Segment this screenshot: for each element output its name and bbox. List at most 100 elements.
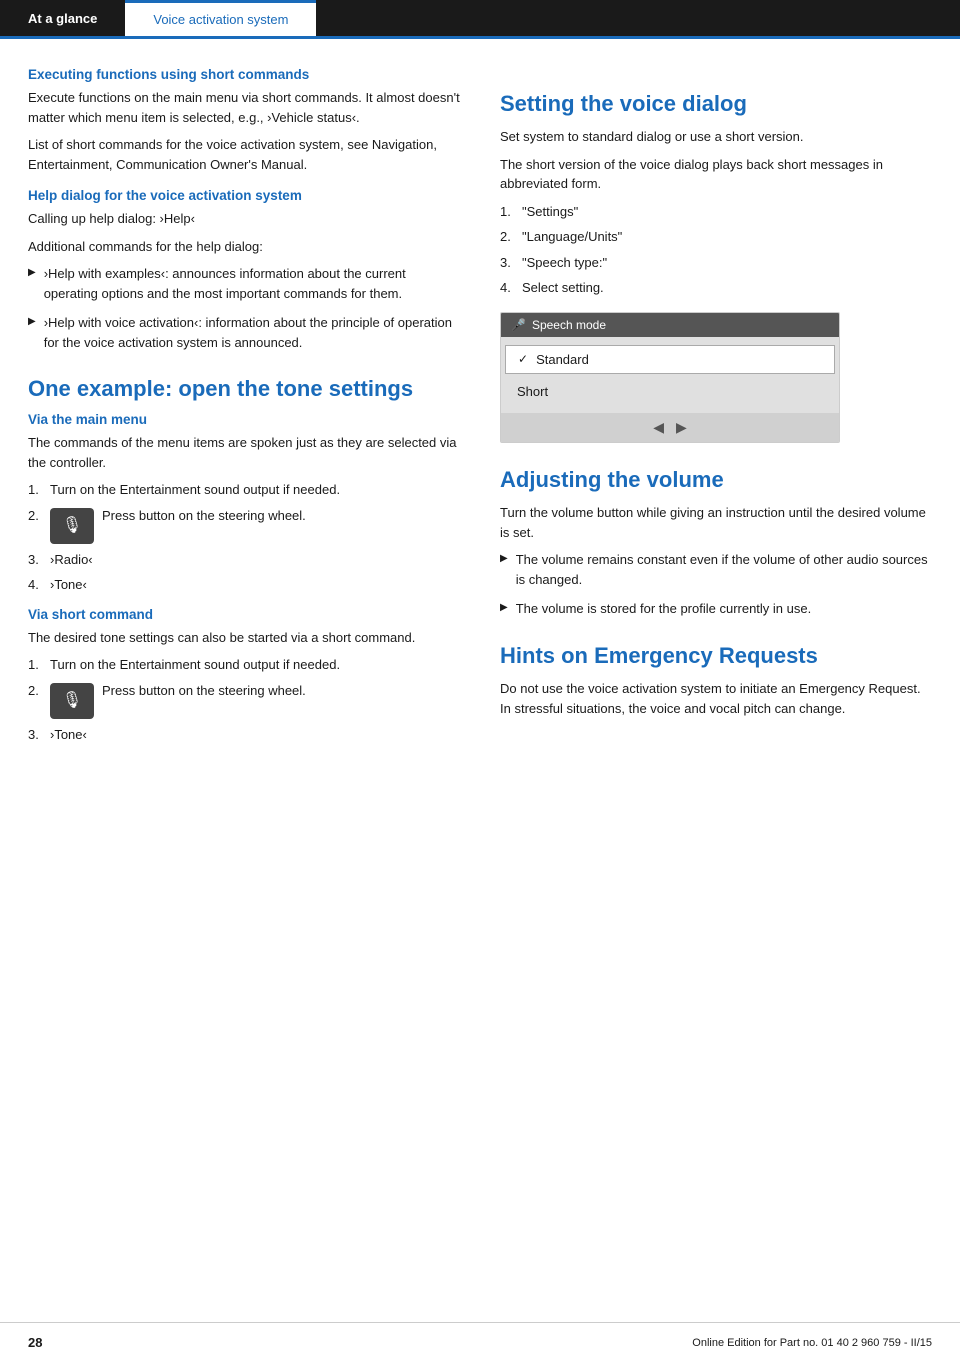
speech-option-short[interactable]: Short (501, 378, 839, 405)
step-item: 1. Turn on the Entertainment sound outpu… (28, 655, 460, 675)
via-main-menu-para: The commands of the menu items are spoke… (28, 433, 460, 472)
header-bar: At a glance Voice activation system (0, 0, 960, 36)
emergency-para: Do not use the voice activation system t… (500, 679, 932, 718)
step-text: Turn on the Entertainment sound output i… (50, 480, 340, 500)
step-number: 1. (500, 202, 522, 222)
steering-wheel-button-icon: 🎙 (50, 508, 94, 544)
voice-dialog-heading: Setting the voice dialog (500, 91, 932, 117)
step-number: 3. (28, 550, 50, 570)
emergency-heading: Hints on Emergency Requests (500, 643, 932, 669)
speech-nav-row: ◀ ▶ (501, 413, 839, 442)
bullet-triangle-icon: ▶ (28, 314, 36, 329)
step-item: 4. Select setting. (500, 278, 932, 298)
step-number: 1. (28, 655, 50, 675)
help-dialog-para2: Additional commands for the help dialog: (28, 237, 460, 257)
step-item: 3. "Speech type:" (500, 253, 932, 273)
step-number: 3. (28, 725, 50, 745)
step-text: Press button on the steering wheel. (102, 681, 306, 701)
via-main-menu-heading: Via the main menu (28, 412, 460, 427)
speech-mode-options: ✓ Standard Short (501, 337, 839, 413)
steering-wheel-button-icon: 🎙 (50, 683, 94, 719)
step-text: Select setting. (522, 278, 604, 298)
section-help-dialog: Help dialog for the voice activation sys… (28, 188, 460, 352)
short-commands-para1: Execute functions on the main menu via s… (28, 88, 460, 127)
one-example-heading: One example: open the tone settings (28, 376, 460, 402)
nav-left-icon: ◀ (653, 419, 664, 436)
tab-at-a-glance: At a glance (0, 0, 125, 36)
speech-option-label: Short (517, 384, 548, 399)
footer: 28 Online Edition for Part no. 01 40 2 9… (0, 1322, 960, 1362)
step-item: 3. ›Radio‹ (28, 550, 460, 570)
step-number: 1. (28, 480, 50, 500)
bullet-triangle-icon: ▶ (28, 265, 36, 280)
bullet-text: ›Help with examples‹: announces informat… (44, 264, 460, 303)
section-short-commands: Executing functions using short commands… (28, 67, 460, 174)
step-text: ›Tone‹ (50, 575, 87, 595)
step-item: 2. "Language/Units" (500, 227, 932, 247)
step-number: 4. (28, 575, 50, 595)
speech-mode-icon: 🎤 (511, 318, 526, 332)
speech-mode-title-bar: 🎤 Speech mode (501, 313, 839, 337)
step-text: ›Radio‹ (50, 550, 93, 570)
step-item: 2. 🎙 Press button on the steering wheel. (28, 681, 460, 719)
help-dialog-para1: Calling up help dialog: ›Help‹ (28, 209, 460, 229)
step-item: 1. Turn on the Entertainment sound outpu… (28, 480, 460, 500)
nav-right-icon: ▶ (676, 419, 687, 436)
volume-heading: Adjusting the volume (500, 467, 932, 493)
step-text: ›Tone‹ (50, 725, 87, 745)
voice-dialog-steps: 1. "Settings" 2. "Language/Units" 3. "Sp… (500, 202, 932, 298)
step-item: 4. ›Tone‹ (28, 575, 460, 595)
step-number: 2. (28, 506, 50, 526)
bullet-triangle-icon: ▶ (500, 600, 508, 615)
short-commands-para2: List of short commands for the voice act… (28, 135, 460, 174)
main-content: Executing functions using short commands… (0, 39, 960, 812)
via-short-command-para: The desired tone settings can also be st… (28, 628, 460, 648)
help-dialog-bullets: ▶ ›Help with examples‹: announces inform… (28, 264, 460, 352)
bullet-text: The volume remains constant even if the … (516, 550, 932, 589)
section-emergency: Hints on Emergency Requests Do not use t… (500, 643, 932, 718)
step-number: 4. (500, 278, 522, 298)
step-item: 1. "Settings" (500, 202, 932, 222)
step-text: Turn on the Entertainment sound output i… (50, 655, 340, 675)
step-number: 3. (500, 253, 522, 273)
step-text: "Speech type:" (522, 253, 607, 273)
footer-notice: Online Edition for Part no. 01 40 2 960 … (692, 1337, 932, 1349)
via-main-menu-steps: 1. Turn on the Entertainment sound outpu… (28, 480, 460, 595)
section-via-main-menu: Via the main menu The commands of the me… (28, 412, 460, 595)
section-voice-dialog: Setting the voice dialog Set system to s… (500, 91, 932, 443)
step-number: 2. (500, 227, 522, 247)
right-column: Setting the voice dialog Set system to s… (500, 67, 932, 752)
via-short-command-heading: Via short command (28, 607, 460, 622)
speech-mode-title: Speech mode (532, 318, 606, 332)
checkmark-icon: ✓ (518, 352, 528, 366)
step-number: 2. (28, 681, 50, 701)
bullet-triangle-icon: ▶ (500, 551, 508, 566)
bullet-item: ▶ The volume remains constant even if th… (500, 550, 932, 589)
bullet-text: ›Help with voice activation‹: informatio… (44, 313, 460, 352)
help-dialog-heading: Help dialog for the voice activation sys… (28, 188, 460, 203)
bullet-item: ▶ ›Help with examples‹: announces inform… (28, 264, 460, 303)
step-item: 2. 🎙 Press button on the steering wheel. (28, 506, 460, 544)
header-divider (0, 36, 960, 39)
section-via-short-command: Via short command The desired tone setti… (28, 607, 460, 745)
bullet-item: ▶ The volume is stored for the profile c… (500, 599, 932, 619)
bullet-text: The volume is stored for the profile cur… (516, 599, 812, 619)
step-text: "Settings" (522, 202, 578, 222)
step-text: "Language/Units" (522, 227, 622, 247)
volume-bullets: ▶ The volume remains constant even if th… (500, 550, 932, 619)
speech-option-label: Standard (536, 352, 589, 367)
voice-dialog-para2: The short version of the voice dialog pl… (500, 155, 932, 194)
short-commands-heading: Executing functions using short commands (28, 67, 460, 82)
speech-option-standard[interactable]: ✓ Standard (505, 345, 835, 374)
left-column: Executing functions using short commands… (28, 67, 460, 752)
step-text: Press button on the steering wheel. (102, 506, 306, 526)
bullet-item: ▶ ›Help with voice activation‹: informat… (28, 313, 460, 352)
speech-mode-widget: 🎤 Speech mode ✓ Standard Short ◀ ▶ (500, 312, 840, 443)
tab-voice-activation: Voice activation system (125, 0, 316, 36)
step-item: 3. ›Tone‹ (28, 725, 460, 745)
voice-dialog-para1: Set system to standard dialog or use a s… (500, 127, 932, 147)
via-short-command-steps: 1. Turn on the Entertainment sound outpu… (28, 655, 460, 744)
page-number: 28 (28, 1335, 42, 1350)
section-volume: Adjusting the volume Turn the volume but… (500, 467, 932, 619)
volume-para: Turn the volume button while giving an i… (500, 503, 932, 542)
